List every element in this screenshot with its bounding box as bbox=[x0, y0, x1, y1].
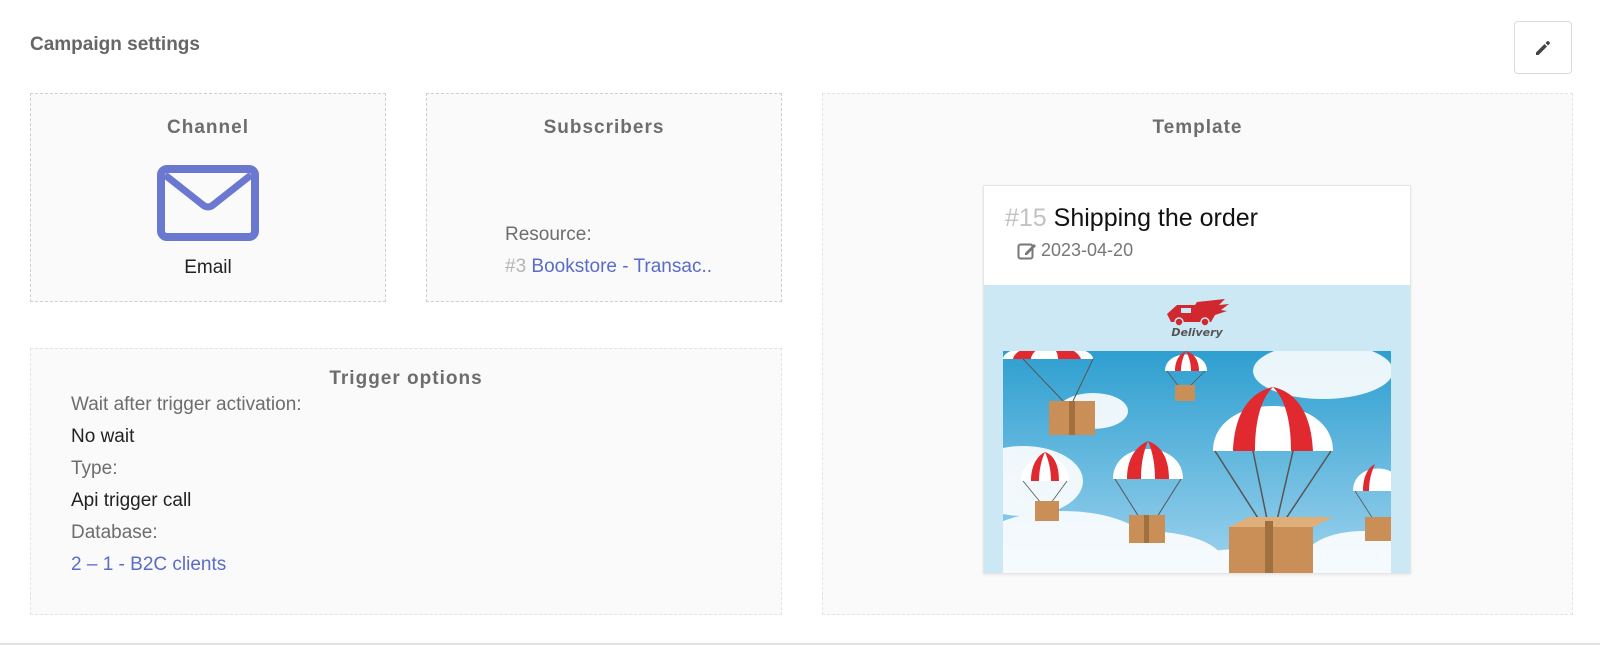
delivery-logo: Delivery bbox=[1167, 299, 1229, 338]
template-date-row: 2023-04-20 bbox=[1017, 240, 1133, 261]
database-link[interactable]: 2 – 1 - B2C clients bbox=[71, 554, 226, 576]
edit-icon bbox=[1017, 243, 1036, 259]
template-preview: Delivery bbox=[984, 285, 1410, 573]
template-heading: Template bbox=[1152, 117, 1243, 138]
template-title: #15 Shipping the order bbox=[1005, 204, 1258, 233]
type-value: Api trigger call bbox=[71, 490, 192, 511]
channel-panel: Channel Email bbox=[30, 93, 386, 302]
template-date: 2023-04-20 bbox=[1041, 240, 1134, 260]
resource-link[interactable]: Bookstore - Transac.. bbox=[531, 256, 712, 277]
trigger-options-heading: Trigger options bbox=[329, 368, 483, 389]
trigger-options-panel: Trigger options Wait after trigger activ… bbox=[30, 348, 782, 615]
channel-heading: Channel bbox=[167, 117, 249, 138]
type-label: Type: bbox=[71, 458, 118, 479]
resource-label: Resource: bbox=[505, 224, 592, 245]
template-name: Shipping the order bbox=[1053, 204, 1258, 232]
resource-value: #3 Bookstore - Transac.. bbox=[505, 256, 712, 278]
channel-label: Email bbox=[184, 257, 232, 278]
edit-campaign-button[interactable] bbox=[1514, 21, 1572, 74]
wait-value: No wait bbox=[71, 426, 135, 447]
subscribers-heading: Subscribers bbox=[543, 117, 665, 138]
template-card[interactable]: #15 Shipping the order 2023-04-20 Delive… bbox=[983, 185, 1411, 574]
wait-label: Wait after trigger activation: bbox=[71, 394, 302, 415]
database-label: Database: bbox=[71, 522, 158, 543]
page-title: Campaign settings bbox=[30, 34, 200, 55]
subscribers-panel: Subscribers Resource: #3 Bookstore - Tra… bbox=[426, 93, 782, 302]
delivery-logo-text: Delivery bbox=[1171, 326, 1223, 338]
envelope-icon bbox=[157, 165, 259, 241]
resource-id: #3 bbox=[505, 256, 527, 277]
parachute-hero-image bbox=[1003, 351, 1391, 573]
campaign-settings-page: Campaign settings Channel Email Subscrib… bbox=[0, 0, 1600, 645]
pencil-icon bbox=[1536, 40, 1550, 55]
template-id: #15 bbox=[1005, 204, 1047, 232]
